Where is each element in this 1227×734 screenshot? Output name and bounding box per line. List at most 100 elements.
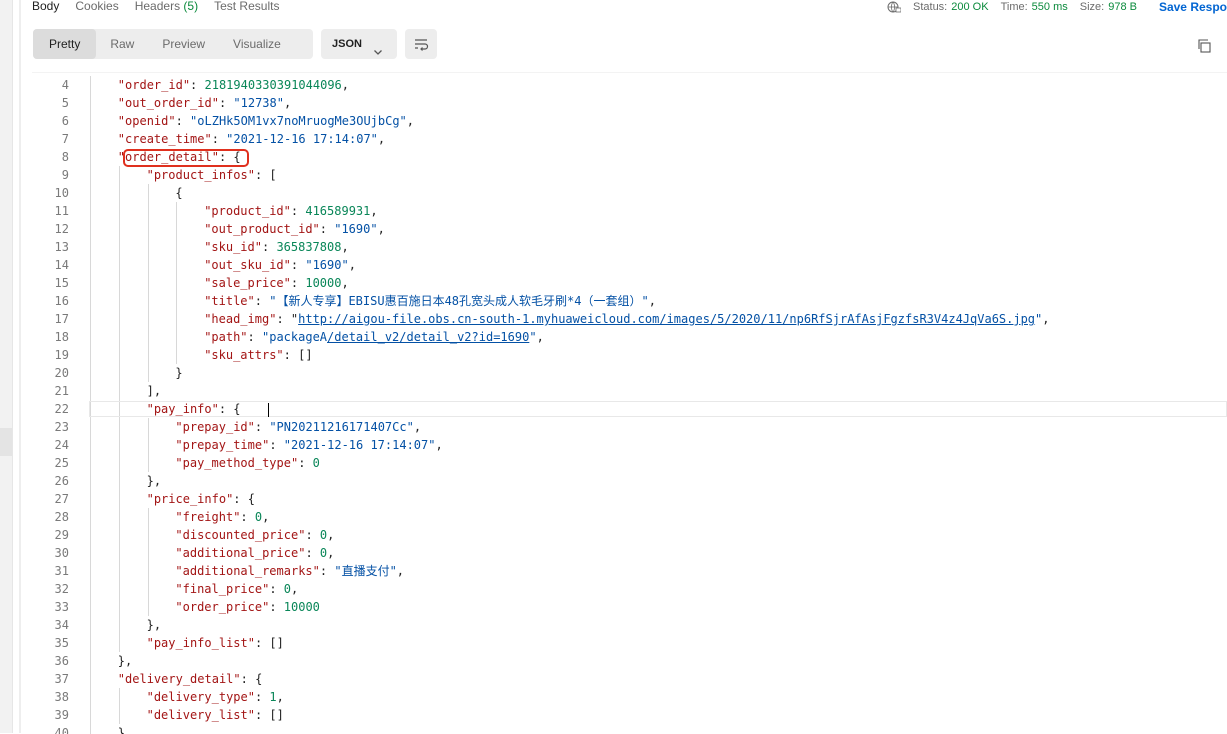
json-key: "freight" xyxy=(175,510,241,524)
code-text: "delivery_detail": { xyxy=(118,670,263,688)
code-line: 17 "head_img": "http://aigou-file.obs.cn-… xyxy=(32,310,1227,328)
json-link[interactable]: /detail_v2/detail_v2?id=1690 xyxy=(327,330,529,344)
code-text: "pay_info": { xyxy=(147,400,241,418)
sidebar-resize-handle[interactable] xyxy=(0,428,12,456)
line-number: 21 xyxy=(54,384,69,398)
line-number: 4 xyxy=(61,78,69,92)
json-punctuation: }, xyxy=(117,654,133,668)
json-punctuation: : [] xyxy=(254,708,284,722)
json-punctuation: }, xyxy=(146,618,162,632)
size-value[interactable]: 978 B xyxy=(1108,1,1137,13)
code-text: "prepay_time": "2021-12-16 17:14:07", xyxy=(175,436,442,454)
view-mode-selector: Pretty Raw Preview Visualize xyxy=(33,29,313,59)
status-value[interactable]: 200 OK xyxy=(951,1,988,13)
format-dropdown[interactable]: JSON xyxy=(321,29,397,59)
json-punctuation: , xyxy=(435,438,443,452)
line-number: 19 xyxy=(54,348,69,362)
time-value[interactable]: 550 ms xyxy=(1032,1,1068,13)
code-text: "head_img": "http://aigou-file.obs.cn-so… xyxy=(204,310,1049,328)
json-key: "additional_price" xyxy=(175,546,306,560)
code-line: 30 "additional_price": 0, xyxy=(32,544,1227,562)
tab-test-results[interactable]: Test Results xyxy=(214,0,279,18)
code-text: "title": "【新人专享】EBISU惠百施日本48孔宽头成人软毛牙刷*4（… xyxy=(204,292,656,310)
tab-headers-label: Headers xyxy=(134,0,181,13)
line-number: 30 xyxy=(54,546,69,560)
json-key: "order_id" xyxy=(117,78,191,92)
line-number: 36 xyxy=(54,654,69,668)
json-punctuation: : xyxy=(218,96,234,110)
visualize-button[interactable]: Visualize xyxy=(219,29,295,59)
line-number: 12 xyxy=(54,222,69,236)
json-number: 0 xyxy=(283,582,291,596)
json-punctuation: , xyxy=(348,258,356,272)
json-punctuation: : xyxy=(298,456,313,470)
save-response-button[interactable]: Save Respo xyxy=(1159,0,1227,14)
code-text: } xyxy=(175,364,182,382)
json-number: 416589931 xyxy=(305,204,371,218)
json-punctuation: : xyxy=(269,582,284,596)
code-line: 37 "delivery_detail": { xyxy=(32,670,1227,688)
tab-headers[interactable]: Headers (5) xyxy=(135,0,198,18)
tab-cookies[interactable]: Cookies xyxy=(75,0,118,18)
format-dropdown-value: JSON xyxy=(332,38,362,50)
json-punctuation: : [] xyxy=(254,636,284,650)
code-line: 32 "final_price": 0, xyxy=(32,580,1227,598)
json-key: "final_price" xyxy=(175,582,270,596)
response-body-editor[interactable]: 4 "order_id": 2181940330391044096, 5 "out_o… xyxy=(32,72,1227,734)
json-punctuation: : xyxy=(276,312,291,326)
json-punctuation: , xyxy=(396,564,405,578)
json-punctuation: ], xyxy=(146,384,162,398)
json-punctuation: , xyxy=(327,546,335,560)
json-punctuation: : [ xyxy=(254,168,277,182)
json-number: 365837808 xyxy=(276,240,342,254)
code-text: "product_id": 416589931, xyxy=(204,202,377,220)
raw-button[interactable]: Raw xyxy=(96,29,148,59)
code-text: "order_price": 10000 xyxy=(175,598,320,616)
code-line: 25 "pay_method_type": 0 xyxy=(32,454,1227,472)
code-text: ], xyxy=(147,382,161,400)
json-number: 10000 xyxy=(283,600,320,614)
preview-button[interactable]: Preview xyxy=(148,29,219,59)
code-line: 38 "delivery_type": 1, xyxy=(32,688,1227,706)
json-key: "prepay_id" xyxy=(175,420,255,434)
line-number: 11 xyxy=(54,204,69,218)
wrap-lines-button[interactable] xyxy=(405,29,437,59)
json-string: "直播支付" xyxy=(334,564,397,578)
panel-scrollbar[interactable] xyxy=(19,0,21,733)
code-line: 5 "out_order_id": "12738", xyxy=(32,94,1227,112)
line-number: 5 xyxy=(61,96,69,110)
copy-icon[interactable] xyxy=(1196,38,1212,54)
line-number: 22 xyxy=(54,402,69,416)
code-text: "order_detail": { xyxy=(118,148,241,166)
code-line: 15 "sale_price": 10000, xyxy=(32,274,1227,292)
json-punctuation: , xyxy=(341,78,350,92)
json-punctuation: , xyxy=(377,132,386,146)
code-text: "pay_method_type": 0 xyxy=(175,454,320,472)
code-text: "product_infos": [ xyxy=(147,166,277,184)
json-string: "PN20211216171407Cc" xyxy=(269,420,414,434)
json-punctuation: : xyxy=(247,330,262,344)
code-line: 13 "sku_id": 365837808, xyxy=(32,238,1227,256)
json-key: "product_id" xyxy=(204,204,291,218)
json-punctuation: , xyxy=(1042,312,1050,326)
line-number: 37 xyxy=(54,672,69,686)
code-line: 4 "order_id": 2181940330391044096, xyxy=(32,76,1227,94)
tab-body[interactable]: Body xyxy=(32,0,59,18)
status-label: Status: xyxy=(913,1,948,13)
json-key: "prepay_time" xyxy=(175,438,270,452)
code-line: 11 "product_id": 416589931, xyxy=(32,202,1227,220)
code-text: "sku_attrs": [] xyxy=(204,346,312,364)
line-number: 14 xyxy=(54,258,69,272)
json-punctuation: : xyxy=(190,78,205,92)
globe-icon[interactable] xyxy=(887,1,902,13)
code-line: 9 "product_infos": [ xyxy=(32,166,1227,184)
json-link[interactable]: http://aigou-file.obs.cn-south-1.myhuawe… xyxy=(298,312,1035,326)
json-punctuation: : xyxy=(305,546,320,560)
pretty-button[interactable]: Pretty xyxy=(33,29,97,59)
size-label: Size: xyxy=(1079,1,1105,13)
code-text: "out_sku_id": "1690", xyxy=(204,256,356,274)
json-key: "delivery_type" xyxy=(146,690,255,704)
json-string: "oLZHk5OM1vx7noMruogMe3OUjbCg" xyxy=(190,114,407,128)
json-string: "2021-12-16 17:14:07" xyxy=(226,132,378,146)
json-punctuation: , xyxy=(341,240,349,254)
